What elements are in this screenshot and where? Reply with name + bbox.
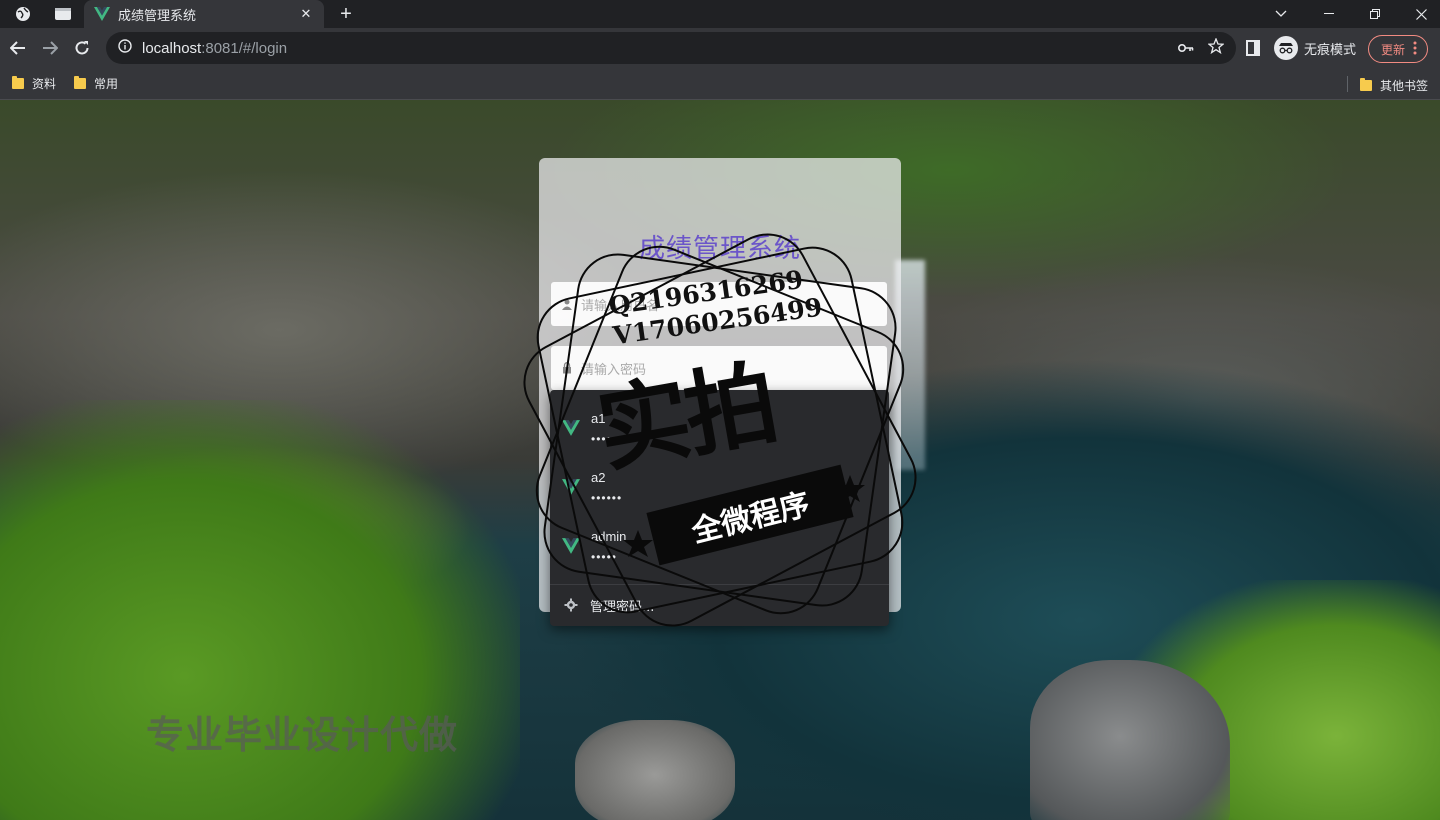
bookmark-label: 常用 — [94, 77, 119, 91]
incognito-icon — [1274, 36, 1298, 60]
tab-grade-system[interactable]: 成绩管理系统 ✕ — [84, 0, 324, 28]
url-host: localhost — [142, 39, 202, 57]
credential-password-mask: •••••• — [591, 491, 623, 505]
login-title: 成绩管理系统 — [638, 234, 801, 264]
site-info-icon[interactable] — [118, 38, 132, 58]
credential-username: admin — [591, 529, 627, 544]
vue-logo-icon — [562, 479, 580, 495]
key-icon[interactable] — [1177, 40, 1194, 57]
other-bookmarks-folder[interactable]: 其他书签 — [1360, 77, 1428, 94]
tab-list-chevron-icon[interactable] — [1258, 0, 1304, 28]
address-bar[interactable]: localhost:8081/#/login — [106, 32, 1236, 64]
watermark-bottom-text: 专业毕业设计代做 — [146, 713, 459, 757]
tab-close-icon[interactable]: ✕ — [298, 6, 314, 22]
vue-logo-icon — [562, 538, 580, 554]
lock-icon — [561, 362, 573, 374]
folder-icon — [1360, 78, 1372, 91]
reload-icon[interactable] — [66, 32, 98, 64]
credential-username: a2 — [591, 470, 606, 485]
bookmark-label: 资料 — [32, 77, 57, 91]
vue-logo-icon — [562, 420, 580, 436]
credential-password-mask: ••••• — [591, 550, 618, 564]
close-window-button[interactable] — [1398, 0, 1440, 28]
tab-strip: 成绩管理系统 ✕ + — [0, 0, 1440, 28]
bookmark-star-icon[interactable] — [1207, 37, 1225, 58]
bookmarks-bar: 资料 常用 其他书签 — [0, 68, 1440, 100]
new-tab-button[interactable]: + — [334, 2, 358, 26]
manage-passwords-item[interactable]: 管理密码... — [550, 586, 889, 624]
folder-icon — [74, 76, 87, 89]
other-bookmarks-label: 其他书签 — [1380, 79, 1429, 93]
autofill-divider — [550, 584, 889, 585]
more-menu-icon[interactable] — [1413, 41, 1417, 58]
vue-favicon-icon — [94, 7, 110, 21]
bookmark-folder-changyong[interactable]: 常用 — [74, 75, 118, 92]
tab-search-icon[interactable] — [50, 1, 76, 27]
folder-icon — [12, 76, 24, 89]
url-path: :8081/#/login — [201, 39, 288, 57]
update-button[interactable]: 更新 — [1368, 35, 1429, 63]
rock-decoration — [575, 720, 735, 820]
update-label: 更新 — [1381, 42, 1406, 57]
manage-passwords-label: 管理密码... — [590, 599, 655, 615]
browser-toolbar: localhost:8081/#/login 无痕模式 更新 — [0, 28, 1440, 68]
gear-icon — [564, 598, 578, 612]
back-arrow-icon[interactable] — [2, 32, 34, 64]
tab-title: 成绩管理系统 — [118, 8, 197, 24]
globe-icon[interactable] — [10, 1, 36, 27]
bookmarks-divider — [1347, 76, 1348, 92]
incognito-label: 无痕模式 — [1304, 42, 1357, 58]
incognito-indicator[interactable]: 无痕模式 — [1274, 32, 1356, 64]
user-icon — [561, 298, 573, 310]
restore-button[interactable] — [1352, 0, 1398, 28]
rock-decoration — [1030, 660, 1230, 820]
minimize-button[interactable] — [1306, 0, 1352, 28]
forward-arrow-icon[interactable] — [34, 32, 66, 64]
bookmark-folder-ziliao[interactable]: 资料 — [12, 75, 56, 92]
side-panel-icon[interactable] — [1246, 40, 1260, 56]
